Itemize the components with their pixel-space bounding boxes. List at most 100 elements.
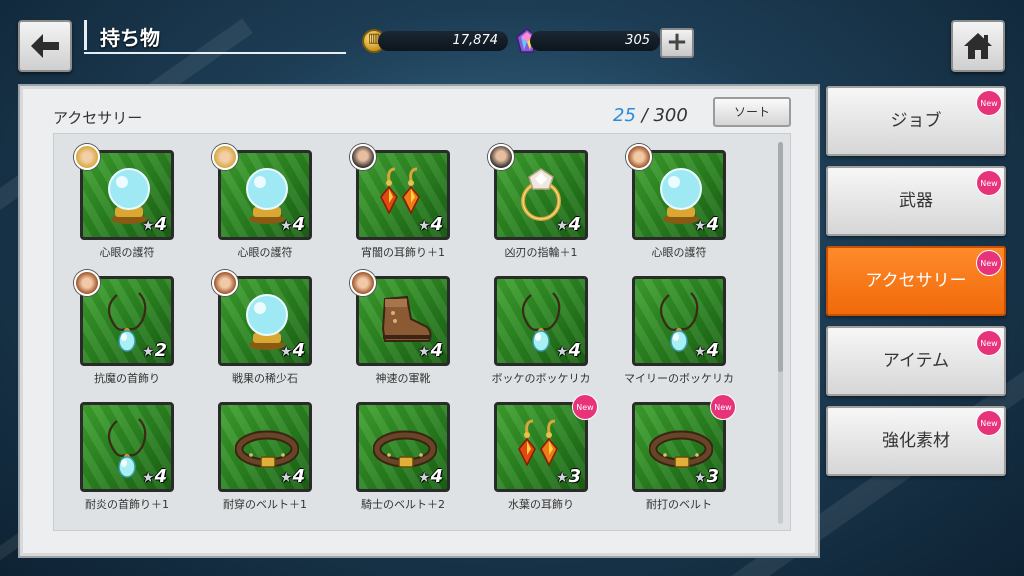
item-name: 水葉の耳飾り <box>508 498 574 511</box>
item-tile[interactable]: ★4 <box>218 402 312 492</box>
item-grid[interactable]: ★4 心眼の護符 ★4 心眼の護符 ★4 宵闇の耳飾り＋1 ★4 凶刃の指輪＋1 ★4 心眼の護符… <box>53 133 791 531</box>
item-name: 心眼の護符 <box>651 246 707 259</box>
inventory-item[interactable]: ★4 心眼の護符 <box>200 144 330 266</box>
equipped-character-avatar <box>350 270 376 296</box>
rarity-stars: ★4 <box>418 466 443 487</box>
inventory-item[interactable]: ★4 心眼の護符 <box>614 144 744 266</box>
new-badge: New <box>976 90 1002 116</box>
category-heading: アクセサリー <box>53 109 143 127</box>
inventory-item[interactable]: ★4 騎士のベルト＋2 <box>338 400 468 518</box>
home-icon <box>964 33 992 59</box>
inventory-item[interactable]: ★4 戦果の稀少石 <box>200 270 330 392</box>
item-name: マイリーのボッケリカ <box>624 372 734 385</box>
item-name: ボッケのボッケリカ <box>491 372 591 385</box>
new-badge: New <box>976 330 1002 356</box>
rarity-value: 2 <box>154 340 167 361</box>
rarity-value: 4 <box>706 340 719 361</box>
arrow-left-icon <box>31 34 59 58</box>
item-name: 耐穿のベルト＋1 <box>223 498 307 511</box>
star-icon: ★ <box>693 218 707 234</box>
rarity-value: 4 <box>292 340 305 361</box>
new-badge: New <box>976 410 1002 436</box>
gold-counter: 17,874 <box>378 31 508 51</box>
item-name: 耐打のベルト <box>646 498 712 511</box>
item-tile[interactable]: ★4 <box>632 276 726 366</box>
item-count-current: 25 <box>613 105 636 126</box>
equipped-character-avatar <box>212 270 238 296</box>
rarity-stars: ★3 <box>694 466 719 487</box>
inventory-item[interactable]: ★3 New 水葉の耳飾り <box>476 394 606 518</box>
inventory-item[interactable]: ★4 耐炎の首飾り＋1 <box>62 400 192 518</box>
inventory-panel: アクセサリー 25 / 300 ソート ★4 心眼の護符 ★4 心眼の護符 ★4 宵闇の耳… <box>20 86 818 556</box>
rarity-value: 3 <box>706 466 719 487</box>
new-badge: New <box>976 250 1002 276</box>
item-name: 凶刃の指輪＋1 <box>504 246 578 259</box>
item-name: 神速の軍靴 <box>375 372 431 385</box>
scrollbar[interactable] <box>778 142 783 524</box>
item-tile[interactable]: ★3 <box>632 402 726 492</box>
inventory-item[interactable]: ★4 耐穿のベルト＋1 <box>200 400 330 518</box>
inventory-item[interactable]: ★4 凶刃の指輪＋1 <box>476 144 606 266</box>
rarity-value: 4 <box>292 466 305 487</box>
star-icon: ★ <box>279 344 293 360</box>
star-icon: ★ <box>555 344 569 360</box>
rarity-stars: ★4 <box>418 340 443 361</box>
rarity-stars: ★3 <box>556 466 581 487</box>
rarity-stars: ★4 <box>694 340 719 361</box>
inventory-item[interactable]: ★4 宵闇の耳飾り＋1 <box>338 144 468 266</box>
category-tab[interactable]: 強化素材 New <box>826 406 1006 476</box>
rarity-value: 3 <box>568 466 581 487</box>
new-badge: New <box>572 394 598 420</box>
rarity-value: 4 <box>568 214 581 235</box>
rarity-value: 4 <box>292 214 305 235</box>
new-badge: New <box>710 394 736 420</box>
inventory-item[interactable]: ★4 神速の軍靴 <box>338 270 468 392</box>
rarity-stars: ★2 <box>142 340 167 361</box>
star-icon: ★ <box>555 218 569 234</box>
inventory-item[interactable]: ★2 抗魔の首飾り <box>62 270 192 392</box>
rarity-stars: ★4 <box>280 340 305 361</box>
item-name: 騎士のベルト＋2 <box>361 498 445 511</box>
item-name: 耐炎の首飾り＋1 <box>85 498 169 511</box>
inventory-item[interactable]: ★3 New 耐打のベルト <box>614 394 744 518</box>
category-tab-label: アイテム <box>882 351 950 371</box>
category-tab[interactable]: 武器 New <box>826 166 1006 236</box>
item-name: 宵闇の耳飾り＋1 <box>361 246 445 259</box>
scrollbar-thumb[interactable] <box>778 142 783 372</box>
category-tab[interactable]: アクセサリー New <box>826 246 1006 316</box>
item-tile[interactable]: ★4 <box>494 276 588 366</box>
sort-button[interactable]: ソート <box>713 97 791 127</box>
equipped-character-avatar <box>626 144 652 170</box>
back-button[interactable] <box>18 20 72 72</box>
category-tab-label: 武器 <box>899 191 933 211</box>
rarity-value: 4 <box>430 214 443 235</box>
item-tile[interactable]: ★4 <box>356 402 450 492</box>
inventory-item[interactable]: ★4 マイリーのボッケリカ <box>614 274 744 392</box>
star-icon: ★ <box>555 470 569 486</box>
rarity-value: 4 <box>430 340 443 361</box>
home-button[interactable] <box>951 20 1005 72</box>
inventory-item[interactable]: ★4 心眼の護符 <box>62 144 192 266</box>
add-gems-button[interactable]: + <box>660 28 694 58</box>
page-title: 持ち物 <box>100 26 160 50</box>
item-name: 心眼の護符 <box>99 246 155 259</box>
category-tab-label: 強化素材 <box>882 431 950 451</box>
category-tab[interactable]: ジョブ New <box>826 86 1006 156</box>
rarity-stars: ★4 <box>142 466 167 487</box>
star-icon: ★ <box>417 470 431 486</box>
rarity-stars: ★4 <box>280 466 305 487</box>
rarity-value: 4 <box>706 214 719 235</box>
rarity-value: 4 <box>154 214 167 235</box>
item-name: 戦果の稀少石 <box>232 372 298 385</box>
star-icon: ★ <box>279 470 293 486</box>
equipped-character-avatar <box>74 144 100 170</box>
item-count-max: 300 <box>653 105 688 126</box>
equipped-character-avatar <box>350 144 376 170</box>
item-tile[interactable]: ★3 <box>494 402 588 492</box>
category-tab[interactable]: アイテム New <box>826 326 1006 396</box>
equipped-character-avatar <box>74 270 100 296</box>
category-tab-label: アクセサリー <box>865 271 967 291</box>
item-tile[interactable]: ★4 <box>80 402 174 492</box>
screen-title-bar: 持ち物 <box>84 16 346 54</box>
inventory-item[interactable]: ★4 ボッケのボッケリカ <box>476 274 606 392</box>
